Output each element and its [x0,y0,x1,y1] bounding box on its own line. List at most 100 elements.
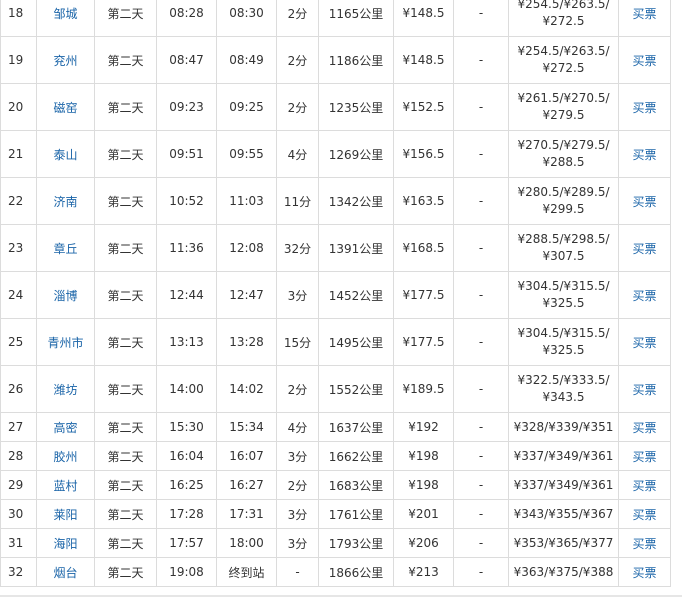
sleeper-fare: ¥353/¥365/¥377 [513,535,614,550]
station-link[interactable]: 胶州 [53,450,77,464]
buy-ticket-button[interactable]: 买票 [632,289,656,303]
buy-cell: 买票 [618,412,671,442]
stop-duration-cell: 3分 [276,499,319,529]
arrival-day: 第二天 [107,288,144,303]
soft-seat-fare: - [478,507,484,521]
buy-cell: 买票 [618,365,671,413]
train-schedule-table: 18 邹城 第二天 08:28 08:30 2分 1165公里 ¥148.5- ¥254.5/¥… [0,0,671,587]
station-link[interactable]: 邹城 [53,7,77,21]
stop-duration-cell: 2分 [276,0,319,37]
station-link[interactable]: 青州市 [47,336,83,350]
sleeper-fare-cell: ¥337/¥349/¥361 [508,470,619,500]
arrive-cell: 08:28 [156,0,217,37]
depart-cell: 12:47 [216,271,277,319]
arrival-day: 第二天 [107,335,144,350]
station-link[interactable]: 高密 [53,421,77,435]
station-cell: 蓝村 [36,470,95,500]
buy-ticket-button[interactable]: 买票 [632,242,656,256]
table-row: 32 烟台 第二天 19:08 终到站 - 1866公里 ¥213 - ¥363/¥375/¥38… [0,557,671,587]
hard-seat-cell: ¥201 [393,499,454,529]
station-link[interactable]: 蓝村 [53,479,77,493]
departure-time: 08:30 [229,6,264,20]
buy-ticket-button[interactable]: 买票 [632,54,656,68]
depart-cell: 08:30 [216,0,277,37]
arrive-cell: 19:08 [156,557,217,587]
hard-seat-fare: ¥168.5 [402,241,445,255]
hard-seat-fare: ¥201 [408,507,439,521]
distance: 1866公里 [328,565,384,580]
arrival-day: 第二天 [107,420,144,435]
hard-seat-cell: ¥206 [393,528,454,558]
stop-number: 31 [8,536,24,550]
schedule-body: 18 邹城 第二天 08:28 08:30 2分 1165公里 ¥148.5- ¥254.5/¥… [0,0,671,587]
depart-cell: 16:07 [216,441,277,471]
buy-ticket-button[interactable]: 买票 [632,148,656,162]
soft-seat-cell: - [453,365,509,413]
sleeper-fare-cell: ¥254.5/¥263.5/ ¥272.5 [508,0,619,37]
arrival-time: 13:13 [169,335,204,349]
station-link[interactable]: 淄博 [53,289,77,303]
sleeper-fare: ¥337/¥349/¥361 [513,448,614,463]
buy-cell: 买票 [618,271,671,319]
buy-ticket-button[interactable]: 买票 [632,537,656,551]
distance: 1269公里 [328,147,384,162]
station-link[interactable]: 磁窑 [53,101,77,115]
stop-duration: 2分 [287,100,308,115]
station-link[interactable]: 济南 [53,195,77,209]
station-link[interactable]: 兖州 [53,54,77,68]
distance: 1165公里 [328,6,384,21]
buy-ticket-button[interactable]: 买票 [632,101,656,115]
stop-duration-cell: 2分 [276,36,319,84]
distance-cell: 1761公里 [318,499,394,529]
buy-ticket-button[interactable]: 买票 [632,479,656,493]
sleeper-fare-continued: ¥307.5 [542,249,585,263]
depart-cell: 09:25 [216,83,277,131]
hard-seat-cell: ¥156.5 [393,130,454,178]
station-link[interactable]: 海阳 [53,537,77,551]
sleeper-fare: ¥270.5/¥279.5/ [517,138,610,152]
distance-cell: 1866公里 [318,557,394,587]
station-link[interactable]: 泰山 [53,148,77,162]
station-link[interactable]: 烟台 [53,566,77,580]
distance-cell: 1342公里 [318,177,394,225]
arrival-time: 11:36 [169,241,204,255]
sleeper-fare-continued: ¥343.5 [542,390,585,404]
departure-time: 12:08 [229,241,264,255]
arrival-time: 17:28 [169,507,204,521]
arrival-day: 第二天 [107,565,144,580]
buy-ticket-button[interactable]: 买票 [632,195,656,209]
stop-duration-cell: 2分 [276,83,319,131]
station-link[interactable]: 潍坊 [53,383,77,397]
station-link[interactable]: 章丘 [53,242,77,256]
buy-cell: 买票 [618,441,671,471]
stop-number: 24 [8,288,24,302]
stop-number-cell: 25 [0,318,37,366]
stop-duration-cell: 32分 [276,224,319,272]
buy-ticket-button[interactable]: 买票 [632,450,656,464]
buy-cell: 买票 [618,0,671,37]
buy-ticket-button[interactable]: 买票 [632,336,656,350]
buy-ticket-button[interactable]: 买票 [632,508,656,522]
hard-seat-fare: ¥192 [408,420,439,434]
arrival-time: 15:30 [169,420,204,434]
hard-seat-fare: ¥189.5 [402,382,445,396]
departure-time: 14:02 [229,382,264,396]
buy-cell: 买票 [618,470,671,500]
soft-seat-fare: - [478,53,484,67]
stop-duration: 2分 [287,53,308,68]
station-link[interactable]: 莱阳 [53,508,77,522]
buy-ticket-button[interactable]: 买票 [632,383,656,397]
stop-number: 21 [8,147,24,161]
arrival-day: 第二天 [107,53,144,68]
arrival-day: 第二天 [107,194,144,209]
station-cell: 淄博 [36,271,95,319]
distance-cell: 1793公里 [318,528,394,558]
buy-ticket-button[interactable]: 买票 [632,421,656,435]
soft-seat-fare: - [478,382,484,396]
buy-ticket-button[interactable]: 买票 [632,7,656,21]
sleeper-fare-cell: ¥288.5/¥298.5/ ¥307.5 [508,224,619,272]
stop-number-cell: 19 [0,36,37,84]
buy-ticket-button[interactable]: 买票 [632,566,656,580]
arrival-time: 16:04 [169,449,204,463]
station-cell: 烟台 [36,557,95,587]
